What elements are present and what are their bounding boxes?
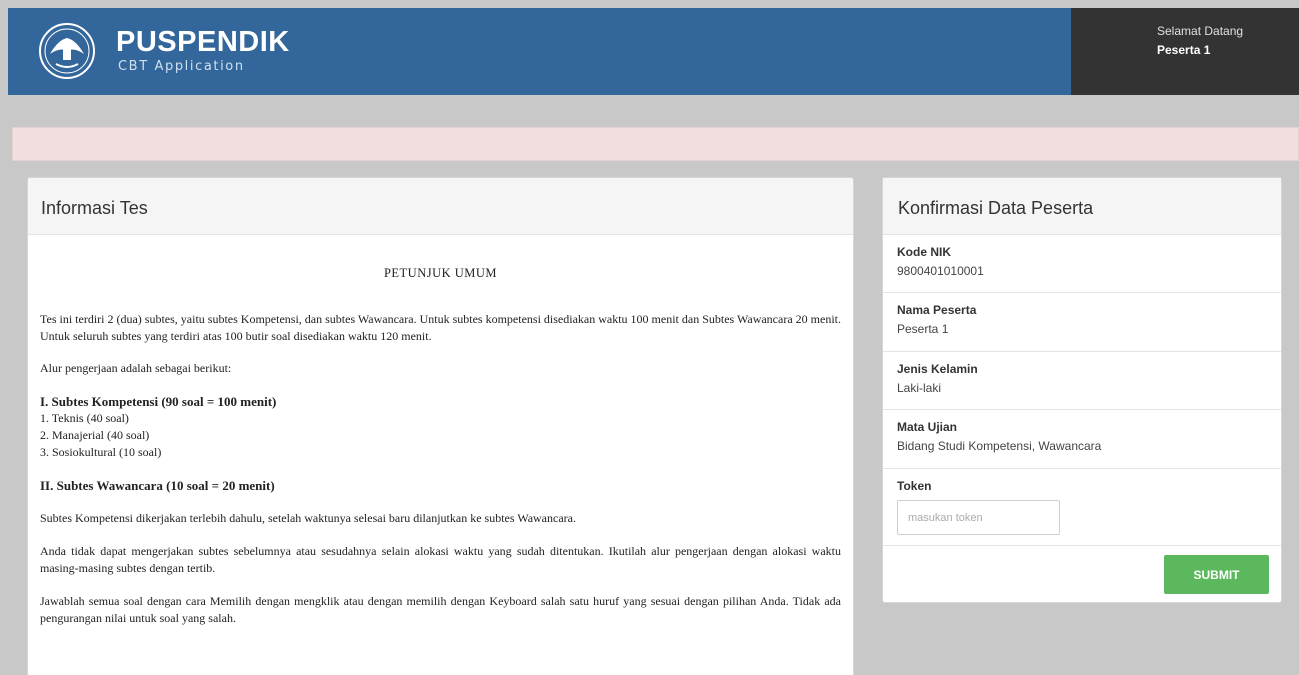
info-panel: Informasi Tes PETUNJUK UMUM Tes ini terd… — [27, 177, 854, 675]
user-box: Selamat Datang Peserta 1 — [1071, 8, 1299, 95]
paragraph-2: Anda tidak dapat mengerjakan subtes sebe… — [40, 544, 841, 575]
submit-button[interactable]: SUBMIT — [1164, 555, 1269, 594]
garuda-emblem-icon — [39, 23, 95, 79]
field-label: Nama Peserta — [897, 303, 977, 317]
app-header: PUSPENDIK CBT Application Selamat Datang… — [8, 8, 1299, 95]
brand-subtitle: CBT Application — [118, 59, 245, 74]
field-token: Token — [883, 469, 1281, 546]
field-mata-ujian: Mata Ujian Bidang Studi Kompetensi, Wawa… — [883, 410, 1281, 469]
brand-title: PUSPENDIK — [116, 26, 290, 58]
field-nama-peserta: Nama Peserta Peserta 1 — [883, 293, 1281, 352]
section2-title: II. Subtes Wawancara (10 soal = 20 menit… — [40, 478, 275, 493]
field-value: Bidang Studi Kompetensi, Wawancara — [897, 439, 1102, 453]
field-jenis-kelamin: Jenis Kelamin Laki-laki — [883, 352, 1281, 410]
section1-item: 3. Sosiokultural (10 soal) — [40, 445, 162, 459]
field-label: Mata Ujian — [897, 420, 958, 434]
field-value: Peserta 1 — [897, 322, 949, 336]
confirm-panel: Konfirmasi Data Peserta Kode NIK 9800401… — [882, 177, 1282, 603]
info-panel-title: Informasi Tes — [28, 178, 853, 235]
token-input[interactable] — [897, 500, 1060, 535]
instructions-document: PETUNJUK UMUM Tes ini terdiri 2 (dua) su… — [28, 265, 853, 627]
alert-bar — [12, 127, 1299, 161]
doc-title: PETUNJUK UMUM — [383, 266, 498, 280]
confirm-panel-title: Konfirmasi Data Peserta — [883, 178, 1281, 235]
section1-title: I. Subtes Kompetensi (90 soal = 100 meni… — [40, 394, 277, 409]
intro-paragraph: Tes ini terdiri 2 (dua) subtes, yaitu su… — [40, 312, 841, 343]
field-label: Jenis Kelamin — [897, 362, 978, 376]
paragraph-1: Subtes Kompetensi dikerjakan terlebih da… — [40, 511, 576, 525]
greeting-text: Selamat Datang — [1157, 24, 1244, 38]
section1-item: 1. Teknis (40 soal) — [40, 411, 129, 425]
field-kode-nik: Kode NIK 9800401010001 — [883, 235, 1281, 293]
flow-intro: Alur pengerjaan adalah sebagai berikut: — [40, 361, 232, 375]
field-label: Kode NIK — [897, 245, 951, 259]
username-text: Peserta 1 — [1157, 43, 1211, 57]
field-value: 9800401010001 — [897, 264, 984, 278]
token-label: Token — [897, 479, 932, 493]
section1-item: 2. Manajerial (40 soal) — [40, 428, 150, 442]
paragraph-3: Jawablah semua soal dengan cara Memilih … — [40, 594, 841, 625]
field-value: Laki-laki — [897, 381, 942, 395]
